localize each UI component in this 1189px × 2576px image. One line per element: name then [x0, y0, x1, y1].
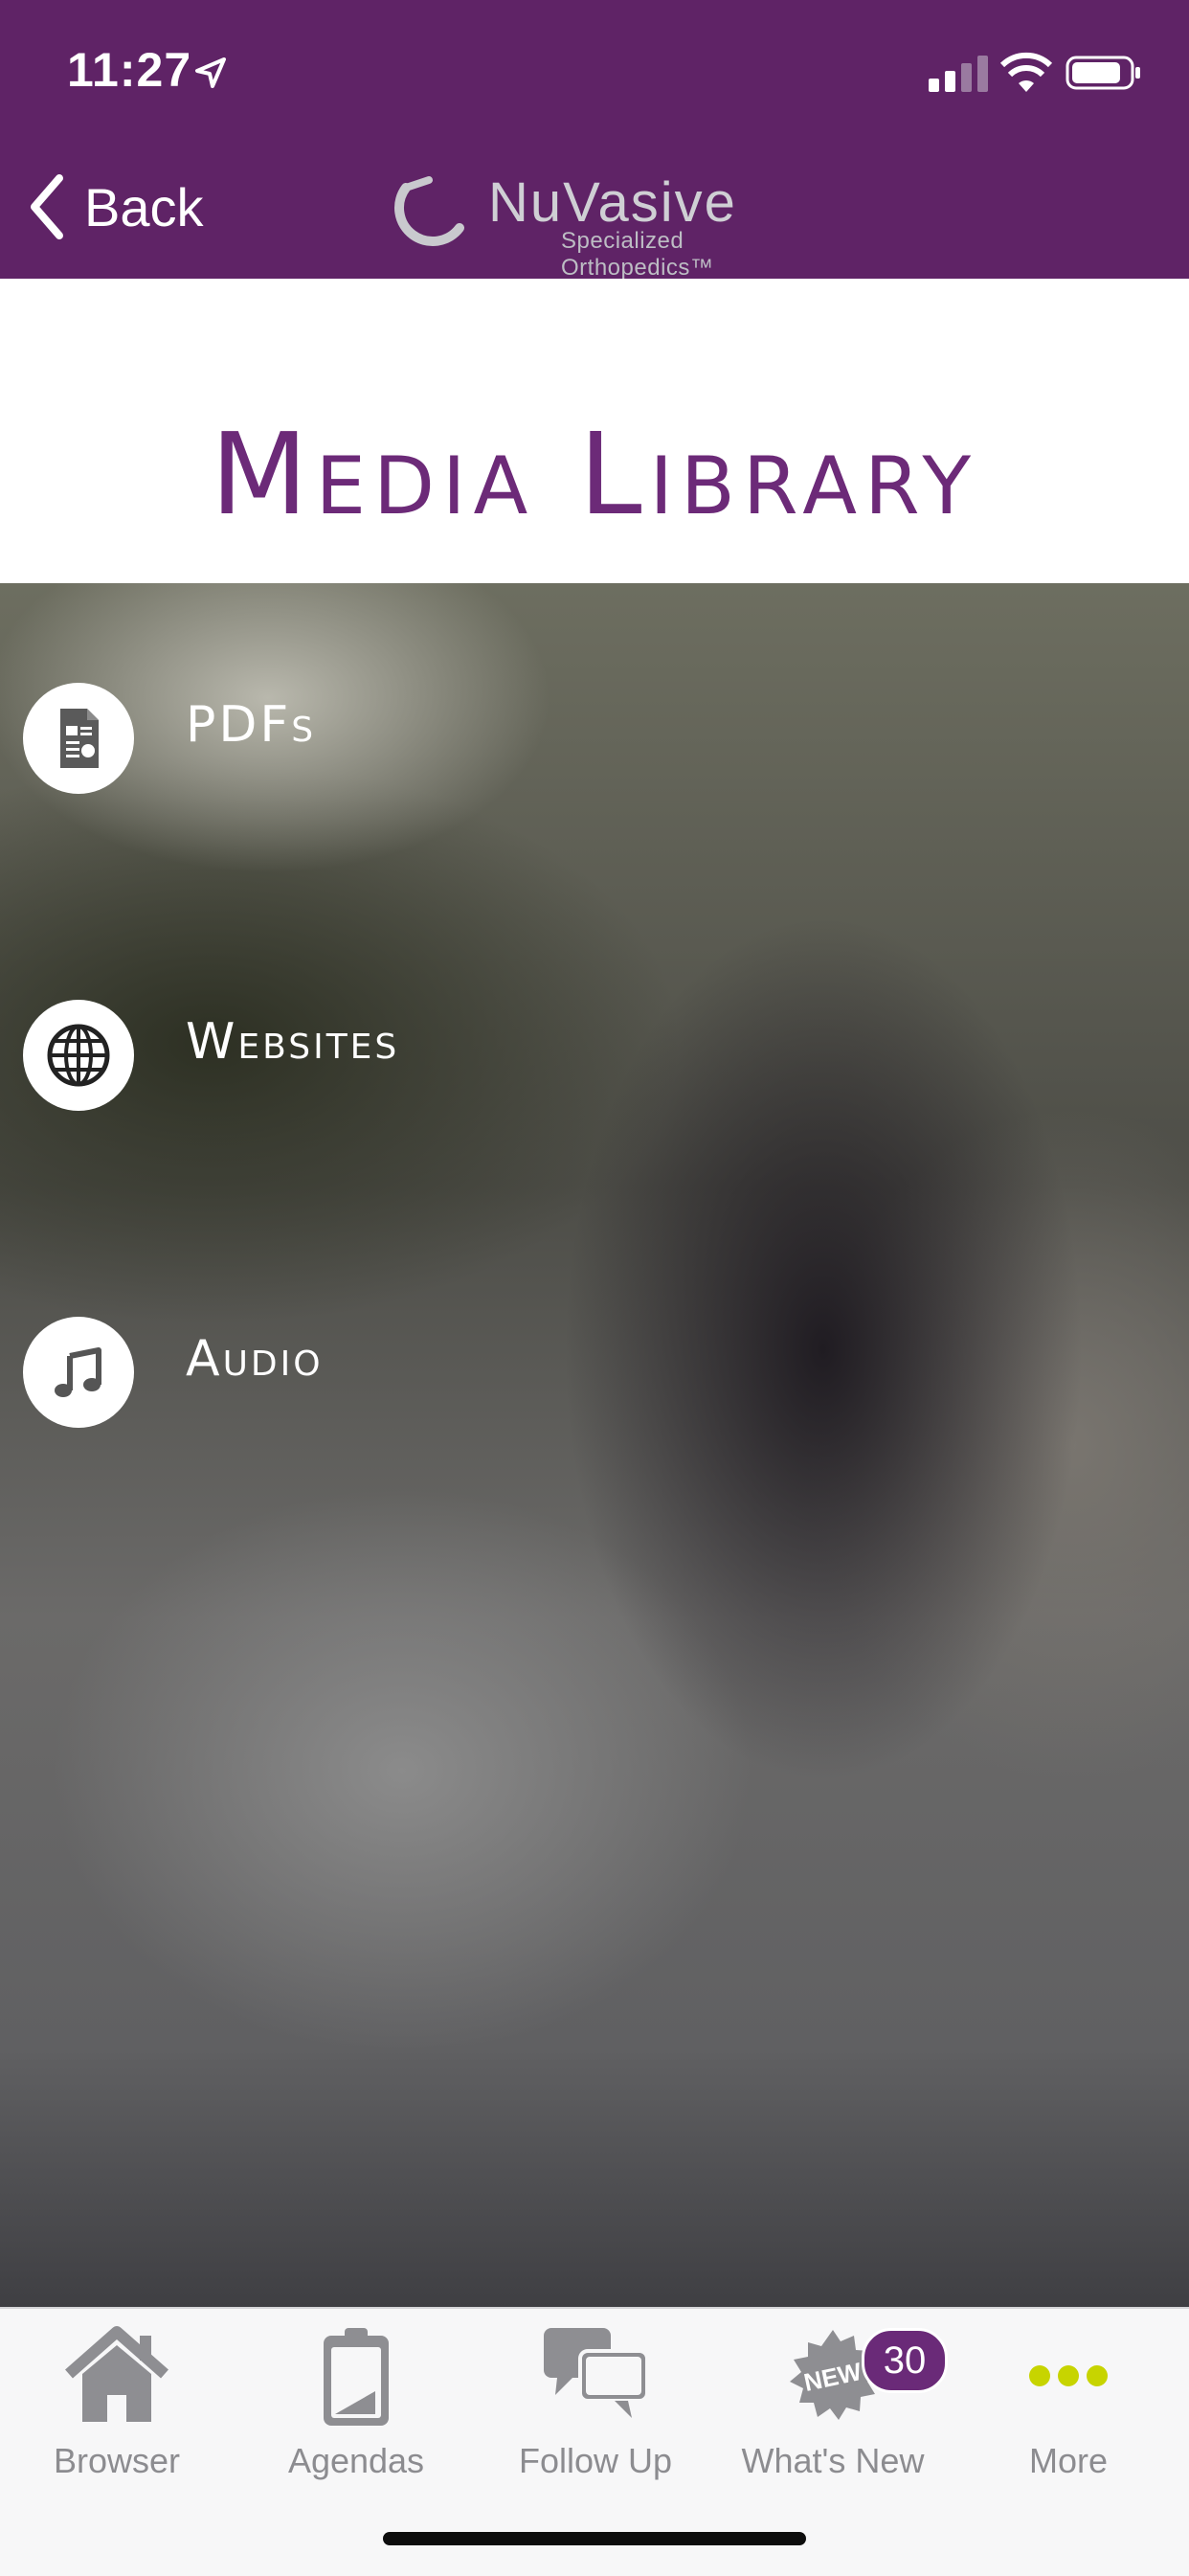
menu-label-pdfs: PDFs — [186, 696, 317, 754]
wifi-icon — [1000, 52, 1052, 92]
logo-mark-icon — [394, 176, 464, 246]
tab-label-agendas: Agendas — [287, 2441, 425, 2480]
chat-bubbles-icon — [544, 2328, 649, 2418]
tab-bar: Browser Agendas Follow Up NEW 30 What's … — [0, 2307, 1189, 2576]
menu-item-pdfs[interactable]: PDFs — [23, 681, 313, 796]
clipboard-icon — [324, 2328, 389, 2426]
tab-follow-up[interactable]: Follow Up — [481, 2322, 710, 2495]
brand-logo: NuVasive Specialized Orthopedics™ — [393, 165, 804, 281]
tab-whats-new[interactable]: NEW 30 What's New — [718, 2322, 948, 2495]
status-time: 11:27 — [67, 43, 192, 97]
tab-more[interactable]: More — [953, 2322, 1183, 2495]
menu-label-audio: Audio — [186, 1330, 324, 1388]
back-button[interactable]: Back — [25, 169, 204, 245]
tab-browser[interactable]: Browser — [2, 2322, 232, 2495]
page-title: Media Library — [210, 408, 979, 540]
title-area: Media Library — [0, 279, 1189, 583]
cellular-signal-icon — [929, 56, 988, 92]
menu-item-audio[interactable]: Audio — [23, 1315, 321, 1430]
location-arrow-icon — [195, 57, 226, 88]
logo-tagline: Specialized Orthopedics™ — [561, 228, 714, 281]
tab-label-more: More — [1028, 2441, 1109, 2480]
background-photo: PDFs Websites Audio — [0, 583, 1189, 2307]
notification-badge: 30 — [862, 2328, 948, 2393]
document-icon — [23, 683, 134, 794]
more-dots-icon — [1029, 2365, 1108, 2386]
home-icon — [65, 2326, 168, 2422]
globe-icon — [23, 1000, 134, 1111]
home-indicator — [383, 2532, 806, 2545]
battery-icon — [1066, 56, 1140, 90]
logo-wordmark: NuVasive — [488, 171, 737, 234]
back-label: Back — [84, 176, 204, 237]
menu-item-websites[interactable]: Websites — [23, 998, 396, 1113]
tab-label-browser: Browser — [53, 2441, 181, 2480]
tab-agendas[interactable]: Agendas — [241, 2322, 471, 2495]
chevron-left-icon — [31, 174, 63, 239]
tab-label-whats-new: What's New — [741, 2441, 925, 2480]
music-note-icon — [23, 1317, 134, 1428]
tab-label-follow-up: Follow Up — [518, 2441, 673, 2480]
menu-label-websites: Websites — [186, 1013, 400, 1071]
top-bar: 11:27 Back NuVasive Specialized Orthoped… — [0, 0, 1189, 281]
